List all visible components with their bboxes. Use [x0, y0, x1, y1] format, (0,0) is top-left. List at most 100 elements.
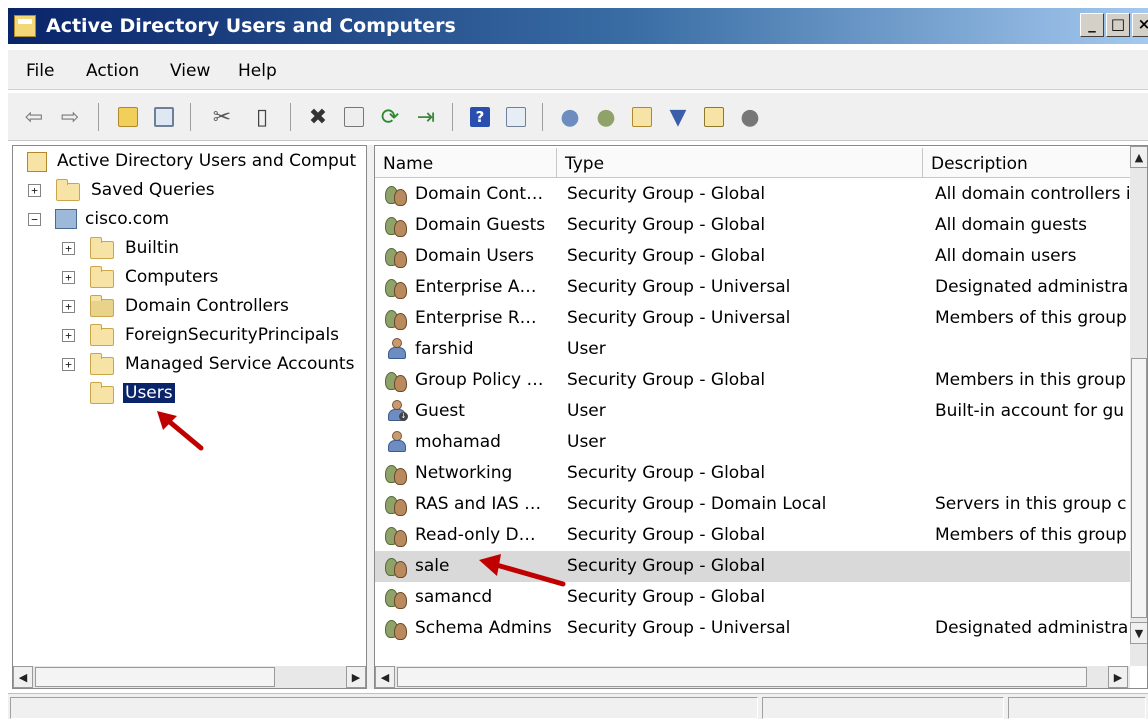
menu-action[interactable]: Action: [86, 61, 139, 81]
refresh-icon[interactable]: ⟳: [376, 103, 404, 131]
scroll-right-icon[interactable]: ▶: [346, 666, 366, 688]
details-list: Name Type Description Domain Cont… Securi…: [374, 145, 1148, 689]
cell-name: Enterprise R…: [415, 308, 537, 328]
list-row[interactable]: RAS and IAS … Security Group - Domain Loc…: [375, 489, 1131, 520]
group-icon: [385, 277, 409, 299]
cell-name: Read-only D…: [415, 525, 536, 545]
column-header-name[interactable]: Name: [375, 148, 557, 178]
close-button[interactable]: ×: [1132, 13, 1148, 37]
add-to-group-icon[interactable]: ●: [736, 103, 764, 131]
expand-icon[interactable]: +: [62, 329, 75, 342]
folder-icon: [56, 179, 80, 201]
list-row[interactable]: Schema Admins Security Group - Universal D…: [375, 613, 1131, 644]
pane-splitter[interactable]: [367, 145, 374, 689]
annotation-arrow-icon: [157, 411, 204, 451]
cell-name: Schema Admins: [415, 618, 552, 638]
list-row[interactable]: Domain Cont… Security Group - Global All d…: [375, 179, 1131, 210]
tree-item-foreign-security-principals[interactable]: + ForeignSecurityPrincipals: [13, 322, 366, 350]
list-row[interactable]: Read-only D… Security Group - Global Membe…: [375, 520, 1131, 551]
group-icon: [385, 556, 409, 578]
filter-icon[interactable]: ▼: [664, 103, 692, 131]
cell-type: Security Group - Global: [567, 184, 766, 204]
cell-description: Servers in this group c: [935, 494, 1127, 514]
expand-icon[interactable]: +: [62, 271, 75, 284]
cell-type: Security Group - Global: [567, 525, 766, 545]
list-row[interactable]: Group Policy … Security Group - Global Mem…: [375, 365, 1131, 396]
list-row[interactable]: mohamad User: [375, 427, 1131, 458]
column-header-description[interactable]: Description: [923, 148, 1131, 178]
status-bar: [8, 693, 1148, 719]
collapse-icon[interactable]: −: [28, 213, 41, 226]
menu-file[interactable]: File: [26, 61, 54, 81]
minimize-button[interactable]: _: [1080, 13, 1104, 37]
tree-item-domain-controllers[interactable]: + Domain Controllers: [13, 293, 366, 321]
scroll-right-icon[interactable]: ▶: [1108, 666, 1128, 688]
maximize-button[interactable]: □: [1106, 13, 1130, 37]
scroll-left-icon[interactable]: ◀: [13, 666, 33, 688]
cell-name: mohamad: [415, 432, 501, 452]
tree-item-saved-queries[interactable]: + Saved Queries: [13, 177, 366, 205]
scroll-down-icon[interactable]: ▼: [1130, 622, 1147, 644]
help-icon[interactable]: ?: [466, 103, 494, 131]
export-list-icon[interactable]: ⇥: [412, 103, 440, 131]
cell-type: User: [567, 339, 606, 359]
cell-description: All domain controllers i: [935, 184, 1131, 204]
scroll-left-icon[interactable]: ◀: [375, 666, 395, 688]
cell-description: Members of this group: [935, 308, 1127, 328]
list-row[interactable]: Domain Users Security Group - Global All d…: [375, 241, 1131, 272]
scroll-thumb[interactable]: [35, 667, 275, 687]
show-hide-console-tree-icon[interactable]: [150, 103, 178, 131]
group-icon: [385, 618, 409, 640]
tree-horizontal-scrollbar[interactable]: ◀ ▶: [13, 666, 366, 688]
cell-type: Security Group - Universal: [567, 308, 791, 328]
cell-description: Members in this group: [935, 370, 1126, 390]
group-icon: [385, 184, 409, 206]
up-folder-icon[interactable]: [114, 103, 142, 131]
menu-help[interactable]: Help: [238, 61, 277, 81]
scroll-up-icon[interactable]: ▲: [1130, 146, 1147, 168]
list-row[interactable]: farshid User: [375, 334, 1131, 365]
expand-icon[interactable]: +: [62, 242, 75, 255]
tree-item-domain[interactable]: − cisco.com: [13, 206, 366, 234]
user-icon: [387, 431, 407, 453]
tree-item-managed-service-accounts[interactable]: + Managed Service Accounts: [13, 351, 366, 379]
list-row[interactable]: Enterprise R… Security Group - Universal M…: [375, 303, 1131, 334]
forward-icon[interactable]: ⇨: [56, 103, 84, 131]
cell-name: Networking: [415, 463, 513, 483]
tree-item-computers[interactable]: + Computers: [13, 264, 366, 292]
expand-icon[interactable]: +: [28, 184, 41, 197]
cell-type: Security Group - Global: [567, 246, 766, 266]
copy-icon[interactable]: ▯: [248, 103, 276, 131]
new-ou-icon[interactable]: [628, 103, 656, 131]
view-icon[interactable]: [502, 103, 530, 131]
scroll-thumb[interactable]: [1131, 358, 1147, 618]
group-icon: [385, 494, 409, 516]
delete-icon[interactable]: ✖: [304, 103, 332, 131]
tree-item-builtin[interactable]: + Builtin: [13, 235, 366, 263]
list-row[interactable]: Networking Security Group - Global: [375, 458, 1131, 489]
scroll-thumb[interactable]: [397, 667, 1087, 687]
cell-type: Security Group - Global: [567, 587, 766, 607]
menu-view[interactable]: View: [170, 61, 210, 81]
list-row[interactable]: Domain Guests Security Group - Global All …: [375, 210, 1131, 241]
list-vertical-scrollbar[interactable]: ▲ ▼: [1130, 146, 1147, 666]
cell-name: RAS and IAS …: [415, 494, 542, 514]
list-horizontal-scrollbar[interactable]: ◀ ▶: [375, 666, 1130, 688]
cell-type: User: [567, 401, 606, 421]
folder-icon: [90, 237, 114, 259]
new-group-icon[interactable]: ●: [592, 103, 620, 131]
list-row[interactable]: ↓ Guest User Built-in account for gu: [375, 396, 1131, 427]
expand-icon[interactable]: +: [62, 300, 75, 313]
column-header-type[interactable]: Type: [557, 148, 923, 178]
back-icon[interactable]: ⇦: [20, 103, 48, 131]
find-icon[interactable]: [700, 103, 728, 131]
tree-item-root[interactable]: Active Directory Users and Comput: [13, 148, 366, 176]
user-icon: [387, 338, 407, 360]
list-row[interactable]: Enterprise A… Security Group - Universal D…: [375, 272, 1131, 303]
properties-icon[interactable]: [340, 103, 368, 131]
cut-icon[interactable]: ✂: [208, 103, 236, 131]
expand-icon[interactable]: +: [62, 358, 75, 371]
snapin-icon: [27, 152, 47, 172]
tree-item-users[interactable]: Users: [13, 380, 366, 408]
new-user-icon[interactable]: ●: [556, 103, 584, 131]
